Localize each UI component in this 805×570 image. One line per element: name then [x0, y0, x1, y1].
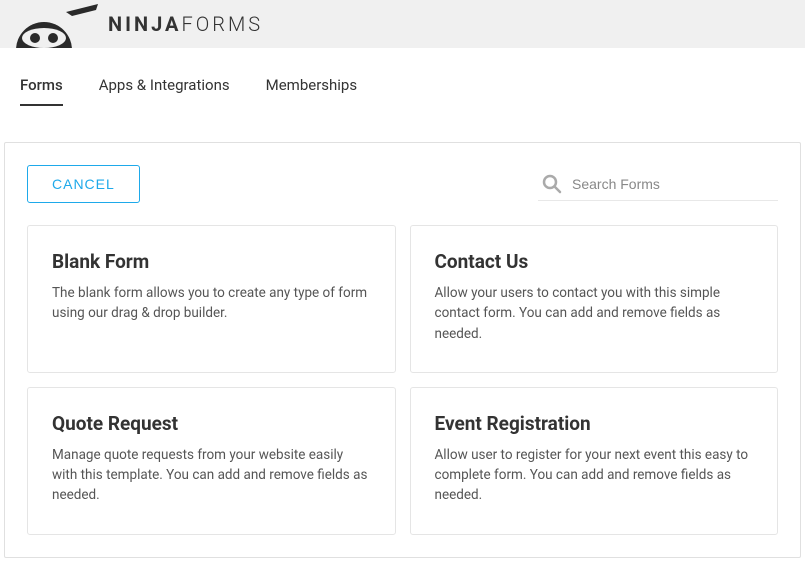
brand-text: NINJAFORMS — [108, 12, 263, 36]
templates-grid: Blank Form The blank form allows you to … — [27, 225, 778, 535]
card-title: Quote Request — [52, 412, 371, 435]
tab-memberships[interactable]: Memberships — [266, 76, 357, 106]
card-desc: The blank form allows you to create any … — [52, 283, 371, 324]
templates-panel: CANCEL Blank Form The blank form allows … — [4, 142, 801, 558]
brand-bold: NINJA — [108, 12, 181, 36]
tab-apps-integrations[interactable]: Apps & Integrations — [99, 76, 230, 106]
card-desc: Allow your users to contact you with thi… — [435, 283, 754, 344]
brand-light: FORMS — [181, 12, 263, 36]
tab-forms[interactable]: Forms — [20, 76, 63, 106]
template-card-contact-us[interactable]: Contact Us Allow your users to contact y… — [410, 225, 779, 373]
card-title: Contact Us — [435, 250, 754, 273]
card-desc: Allow user to register for your next eve… — [435, 445, 754, 506]
card-title: Blank Form — [52, 250, 371, 273]
template-card-blank-form[interactable]: Blank Form The blank form allows you to … — [27, 225, 396, 373]
nav-tabs: Forms Apps & Integrations Memberships — [0, 48, 805, 106]
search-wrap[interactable] — [538, 168, 778, 201]
search-input[interactable] — [572, 176, 774, 192]
app-header: NINJAFORMS — [0, 0, 805, 48]
search-icon — [542, 174, 562, 194]
ninja-icon — [12, 0, 100, 48]
panel-toolbar: CANCEL — [27, 165, 778, 203]
cancel-button[interactable]: CANCEL — [27, 165, 140, 203]
brand-logo: NINJAFORMS — [12, 0, 263, 48]
card-desc: Manage quote requests from your website … — [52, 445, 371, 506]
card-title: Event Registration — [435, 412, 754, 435]
template-card-quote-request[interactable]: Quote Request Manage quote requests from… — [27, 387, 396, 535]
template-card-event-registration[interactable]: Event Registration Allow user to registe… — [410, 387, 779, 535]
